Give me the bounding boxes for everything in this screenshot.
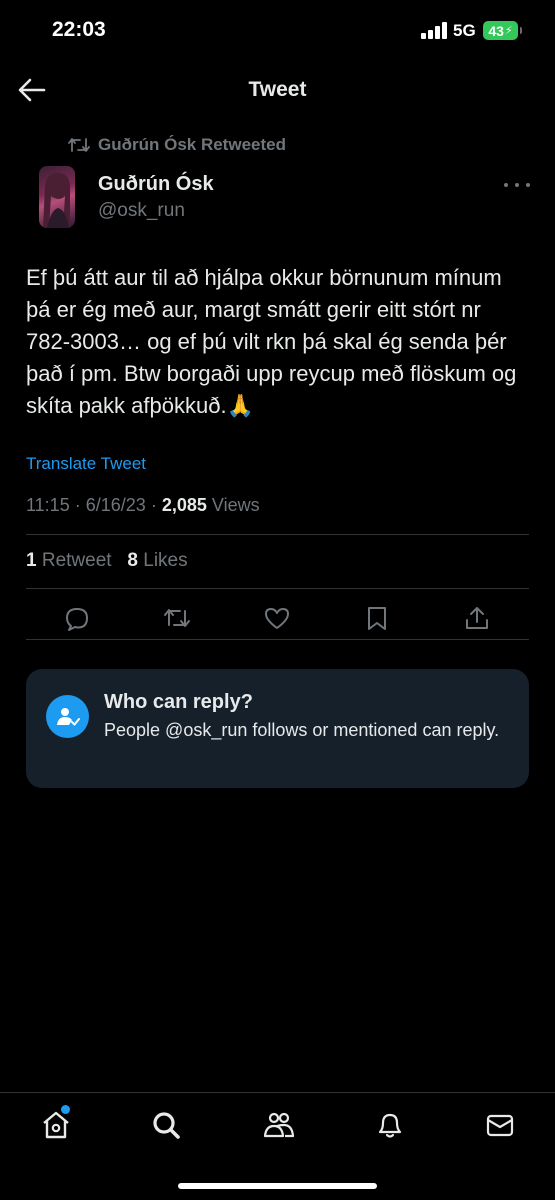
communities-icon bbox=[263, 1112, 295, 1138]
messages-icon bbox=[486, 1114, 514, 1137]
more-options-button[interactable] bbox=[504, 176, 530, 194]
tweet-date: 6/16/23 bbox=[85, 495, 146, 515]
retweet-small-icon bbox=[68, 138, 90, 152]
retweet-context-label: Guðrún Ósk Retweeted bbox=[98, 135, 286, 154]
like-icon bbox=[265, 608, 289, 629]
divider bbox=[26, 588, 529, 589]
like-button[interactable] bbox=[263, 604, 291, 632]
separator: · bbox=[74, 495, 81, 515]
status-bar: 22:03 5G 43 ⚡ bbox=[0, 0, 555, 62]
who-can-reply-title: Who can reply? bbox=[104, 691, 253, 713]
views-label: Views bbox=[211, 495, 260, 515]
engagement-stats: 1 Retweet 8 Likes bbox=[26, 550, 188, 572]
avatar[interactable] bbox=[39, 166, 75, 228]
search-icon bbox=[153, 1112, 180, 1139]
bookmark-icon bbox=[368, 607, 386, 630]
share-button[interactable] bbox=[463, 604, 491, 632]
retweets-count: 1 bbox=[26, 550, 37, 571]
tab-search[interactable] bbox=[150, 1109, 182, 1141]
tab-home[interactable] bbox=[40, 1109, 72, 1141]
separator: · bbox=[150, 495, 157, 515]
more-dot bbox=[515, 183, 519, 187]
top-bar: Tweet bbox=[0, 62, 555, 118]
likes-count: 8 bbox=[127, 550, 138, 571]
who-can-reply-description: People @osk_run follows or mentioned can… bbox=[104, 720, 500, 740]
battery-level: 43 bbox=[488, 22, 504, 39]
battery-icon: 43 ⚡ bbox=[483, 21, 522, 40]
retweet-icon bbox=[164, 609, 190, 627]
page-title: Tweet bbox=[248, 78, 307, 101]
likes-stat[interactable]: 8 Likes bbox=[127, 550, 187, 571]
reply-button[interactable] bbox=[63, 604, 91, 632]
tweet-time: 11:15 bbox=[26, 495, 70, 515]
more-dot bbox=[504, 183, 508, 187]
tweet-actions bbox=[26, 598, 529, 638]
reply-icon bbox=[66, 608, 88, 631]
tweet-metadata: 11:15 · 6/16/23 · 2,085 Views bbox=[26, 495, 260, 516]
who-can-reply-card: Who can reply? People @osk_run follows o… bbox=[26, 669, 529, 788]
mention-user-icon bbox=[46, 695, 89, 738]
more-dot bbox=[526, 183, 530, 187]
likes-label: Likes bbox=[143, 550, 188, 571]
views-count: 2,085 bbox=[161, 495, 207, 515]
tweet-text: Ef þú átt aur til að hjálpa okkur börnun… bbox=[26, 265, 517, 418]
status-time: 22:03 bbox=[52, 18, 106, 41]
share-icon bbox=[466, 607, 488, 629]
retweet-context[interactable]: Guðrún Ósk Retweeted bbox=[68, 134, 286, 156]
translate-tweet-link[interactable]: Translate Tweet bbox=[26, 454, 146, 474]
cellular-signal-icon bbox=[421, 22, 447, 39]
tab-communities[interactable] bbox=[263, 1109, 295, 1141]
network-type: 5G bbox=[453, 21, 476, 40]
author-name[interactable]: Guðrún Ósk bbox=[98, 173, 214, 196]
tab-messages[interactable] bbox=[484, 1109, 516, 1141]
divider bbox=[26, 534, 529, 535]
home-notification-dot bbox=[61, 1105, 70, 1114]
retweets-label: Retweet bbox=[41, 550, 112, 571]
author-handle[interactable]: @osk_run bbox=[98, 200, 185, 222]
bookmark-button[interactable] bbox=[363, 604, 391, 632]
avatar-image bbox=[43, 172, 71, 228]
retweet-button[interactable] bbox=[163, 604, 191, 632]
home-icon bbox=[43, 1111, 69, 1139]
retweets-stat[interactable]: 1 Retweet bbox=[26, 550, 112, 571]
divider bbox=[26, 639, 529, 640]
tab-notifications[interactable] bbox=[374, 1109, 406, 1141]
notifications-icon bbox=[378, 1113, 402, 1138]
home-indicator[interactable] bbox=[178, 1183, 377, 1189]
